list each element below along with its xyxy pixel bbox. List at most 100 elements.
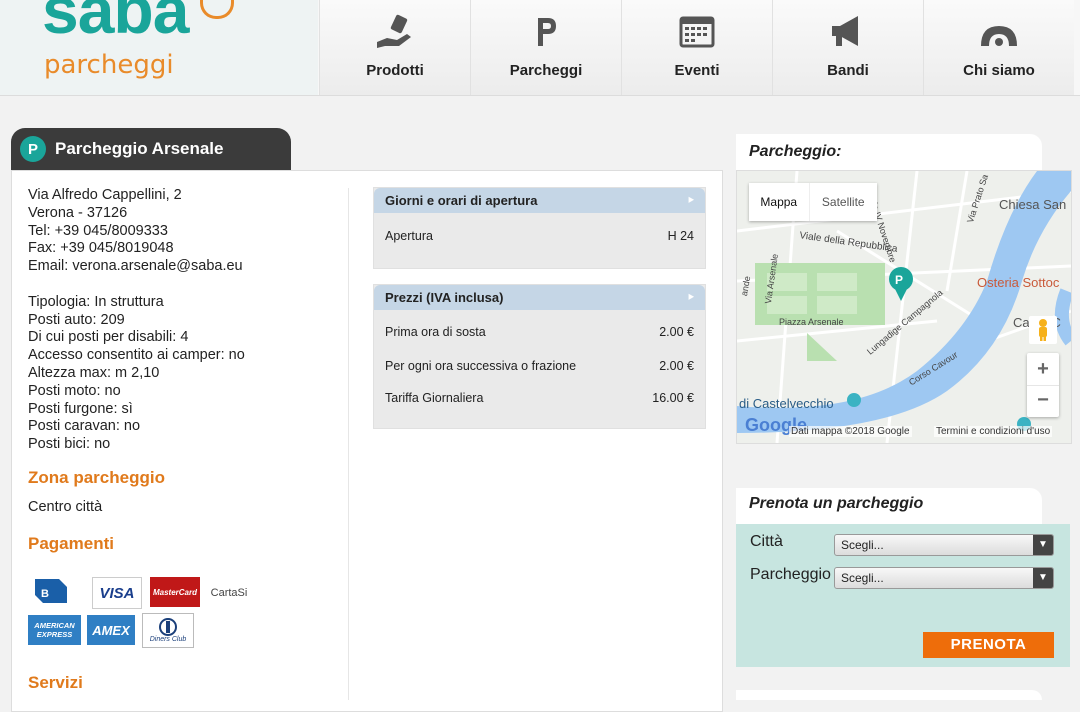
city-select[interactable]: Scegli... ▼ xyxy=(834,534,1054,556)
cartasi-icon: CartaSi xyxy=(210,587,248,599)
next-section-tab xyxy=(736,690,1042,700)
prezzi-row: Per ogni ora successiva o frazione 2.00 … xyxy=(385,359,694,373)
prezzi-row-label: Prima ora di sosta xyxy=(385,325,486,339)
parking-badge-icon: P xyxy=(20,136,46,162)
orari-title: Giorni e orari di apertura xyxy=(385,193,538,208)
detail-line: Posti bici: no xyxy=(28,436,111,453)
chevron-right-icon: ‣ xyxy=(686,289,695,305)
prezzi-title: Prezzi (IVA inclusa) xyxy=(385,290,504,305)
zoom-out-button[interactable]: − xyxy=(1027,385,1059,418)
map-label-chiesa: Chiesa San xyxy=(999,197,1067,212)
prezzi-row: Tariffa Giornaliera 16.00 € xyxy=(385,391,694,405)
detail-line: Posti caravan: no xyxy=(28,418,141,435)
map-label-osteria: Osteria Sottoc xyxy=(977,275,1060,290)
prenota-button[interactable]: PRENOTA xyxy=(923,632,1054,658)
hand-card-icon xyxy=(373,12,417,52)
map-attribution: Dati mappa ©2018 Google xyxy=(789,426,912,437)
prezzi-row-value: 16.00 € xyxy=(652,391,694,405)
logo-swirl-icon xyxy=(200,0,234,19)
nav-label: Chi siamo xyxy=(963,62,1035,79)
bancomat-icon: B xyxy=(31,575,71,607)
parking-label: Parcheggio xyxy=(750,566,831,583)
city-select-value: Scegli... xyxy=(841,538,884,552)
nav-item-prodotti[interactable]: Prodotti xyxy=(319,0,470,95)
zoom-in-button[interactable]: + xyxy=(1027,353,1059,385)
orari-card-header[interactable]: Giorni e orari di apertura ‣ xyxy=(374,188,705,213)
detail-line: Altezza max: m 2,10 xyxy=(28,364,160,381)
parking-select[interactable]: Scegli... ▼ xyxy=(834,567,1054,589)
booking-title: Prenota un parcheggio xyxy=(749,495,924,512)
nav-label: Eventi xyxy=(674,62,720,79)
visa-icon: VISA xyxy=(92,577,142,609)
calendar-icon xyxy=(675,12,719,52)
nav-item-parcheggi[interactable]: Parcheggi xyxy=(470,0,621,95)
american-express-icon: AMERICAN EXPRESS xyxy=(28,615,81,645)
address-line: Verona - 37126 xyxy=(28,204,128,221)
city-label: Città xyxy=(750,533,783,550)
nav-item-eventi[interactable]: Eventi xyxy=(621,0,772,95)
map-terms-link[interactable]: Termini e condizioni d'uso xyxy=(934,426,1053,437)
map-label-ca: Ca xyxy=(1013,315,1030,330)
address-line: Via Alfredo Cappellini, 2 xyxy=(28,187,182,203)
email-text[interactable]: Email: verona.arsenale@saba.eu xyxy=(28,258,245,276)
svg-text:P: P xyxy=(895,273,903,287)
pagamenti-title: Pagamenti xyxy=(28,534,114,553)
prezzi-row: Prima ora di sosta 2.00 € xyxy=(385,325,694,339)
google-map[interactable]: P Viale della Repubblica Via IV Novembre… xyxy=(736,170,1072,444)
parking-title-tab: P Parcheggio Arsenale xyxy=(11,128,291,170)
map-type-switch: Mappa Satellite xyxy=(749,183,877,221)
parking-p-icon xyxy=(524,12,568,52)
orari-card: Giorni e orari di apertura ‣ Apertura H … xyxy=(373,187,706,269)
booking-tab: Prenota un parcheggio xyxy=(736,488,1042,524)
detail-line: Tipologia: In struttura xyxy=(28,293,164,310)
detail-line: Posti auto: 209 xyxy=(28,311,125,328)
nav-item-bandi[interactable]: Bandi xyxy=(772,0,923,95)
map-tab: Parcheggio: xyxy=(736,134,1042,170)
zona-title: Zona parcheggio xyxy=(28,468,165,487)
street-view-pegman-icon[interactable] xyxy=(1029,316,1057,344)
site-header: saba parcheggi Prodotti Parcheggi Eventi xyxy=(0,0,1080,96)
diners-club-icon: Diners Club xyxy=(142,613,194,648)
detail-line: Di cui posti per disabili: 4 xyxy=(28,329,189,346)
megaphone-icon xyxy=(826,12,870,52)
map-label-piazza-arsenale: Piazza Arsenale xyxy=(779,317,844,327)
main-nav: Prodotti Parcheggi Eventi Bandi Chi siam… xyxy=(319,0,1080,95)
orari-row-label: Apertura xyxy=(385,229,433,243)
detail-line: Accesso consentito ai camper: no xyxy=(28,347,245,364)
detail-line: Posti furgone: sì xyxy=(28,400,133,417)
amex-icon: AMEX xyxy=(87,615,135,645)
logo-wordmark: saba xyxy=(42,0,189,47)
fax-text: Fax: +39 045/8019048 xyxy=(28,240,174,257)
servizi-title: Servizi xyxy=(28,673,83,692)
map-zoom-control: + − xyxy=(1027,353,1059,417)
logo-subtitle: parcheggi xyxy=(44,50,174,80)
prezzi-row-value: 2.00 € xyxy=(659,325,694,339)
phone-text: Tel: +39 045/8009333 xyxy=(28,222,168,239)
nav-item-chi-siamo[interactable]: Chi siamo xyxy=(923,0,1074,95)
mastercard-icon: MasterCard xyxy=(150,577,200,607)
orari-row-value: H 24 xyxy=(667,229,694,243)
detail-line: Posti moto: no xyxy=(28,382,121,399)
prezzi-card-header[interactable]: Prezzi (IVA inclusa) ‣ xyxy=(374,285,705,310)
zona-value: Centro città xyxy=(28,499,103,515)
page-title: Parcheggio Arsenale xyxy=(55,139,224,158)
nav-label: Prodotti xyxy=(366,62,424,79)
prezzi-row-label: Tariffa Giornaliera xyxy=(385,391,484,405)
chevron-right-icon: ‣ xyxy=(686,192,695,208)
parking-select-value: Scegli... xyxy=(841,571,884,585)
car-logo-icon xyxy=(977,12,1021,52)
saba-logo[interactable]: saba parcheggi xyxy=(0,0,318,95)
prezzi-row-label: Per ogni ora successiva o frazione xyxy=(385,359,577,373)
diners-club-label: Diners Club xyxy=(149,636,187,643)
column-divider xyxy=(348,188,349,700)
map-title: Parcheggio: xyxy=(749,143,842,160)
map-tab-mappa[interactable]: Mappa xyxy=(749,183,809,221)
prezzi-card: Prezzi (IVA inclusa) ‣ Prima ora di sost… xyxy=(373,284,706,429)
chevron-down-icon: ▼ xyxy=(1033,535,1053,555)
map-tab-satellite[interactable]: Satellite xyxy=(808,183,877,221)
orari-row: Apertura H 24 xyxy=(385,229,694,243)
parking-info: Via Alfredo Cappellini, 2 Verona - 37126… xyxy=(28,187,245,454)
nav-label: Bandi xyxy=(827,62,869,79)
svg-text:B: B xyxy=(41,588,49,600)
map-label-castelvecchio: di Castelvecchio xyxy=(739,396,834,411)
